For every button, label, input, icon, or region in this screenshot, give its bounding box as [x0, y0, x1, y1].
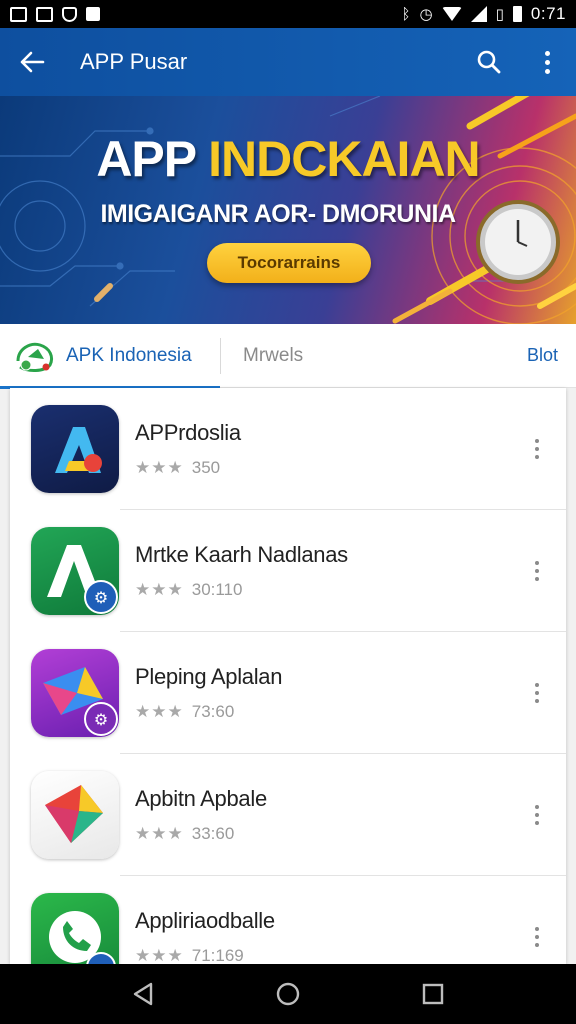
square-icon — [86, 7, 100, 21]
list-item-text: Pleping Aplalan ★★★ 73:60 — [135, 664, 282, 722]
apk-logo-icon — [16, 342, 54, 372]
status-left — [10, 6, 100, 22]
recents-nav-icon — [423, 983, 444, 1005]
page-title: APP Pusar — [80, 49, 188, 74]
green-phone-app-icon — [31, 893, 119, 964]
list-item-text: Apbitn Apbale ★★★ 33:60 — [135, 786, 267, 844]
review-count: 73:60 — [191, 702, 235, 721]
app-name: Mrtke Kaarh Nadlanas — [135, 542, 348, 567]
banner-title-yellow: INDCKAIAN — [208, 131, 481, 187]
notification-icon — [36, 6, 53, 22]
home-nav-icon — [276, 982, 300, 1006]
list-item-text: APPrdoslia ★★★ 350 — [135, 420, 241, 478]
more-vert-icon — [535, 561, 539, 581]
list-item[interactable]: Appliriaodballe ★★★ 71:169 — [10, 876, 566, 964]
status-bar: ᛒ ◷ ▯ 0:71 — [0, 0, 576, 28]
tab-apk-indonesia-label: APK Indonesia — [66, 344, 192, 366]
status-right: ᛒ ◷ ▯ 0:71 — [402, 4, 566, 24]
app-meta: ★★★ 71:169 — [135, 946, 275, 964]
bluetooth-icon: ᛒ — [401, 5, 411, 23]
banner-cta-button[interactable]: Tocorarrains — [207, 243, 371, 283]
review-count: 33:60 — [191, 824, 235, 843]
screen: ᛒ ◷ ▯ 0:71 APP Pusar APP INDCKAIAN IMIGA… — [0, 0, 576, 1024]
app-meta: ★★★ 350 — [135, 458, 241, 478]
color-gem-app-icon — [31, 771, 119, 859]
list-item[interactable]: ⚙ Pleping Aplalan ★★★ 73:60 — [10, 632, 566, 754]
search-icon — [477, 50, 501, 74]
more-vert-icon — [535, 683, 539, 703]
app-name: Appliriaodballe — [135, 908, 275, 933]
promo-banner[interactable]: APP INDCKAIAN IMIGAIGANR AOR- DMORUNIA T… — [0, 96, 576, 324]
app-bar: APP Pusar — [0, 28, 576, 96]
nav-recents-button[interactable] — [403, 964, 463, 1024]
shield-icon — [62, 6, 77, 22]
tab-more[interactable]: Blot — [506, 324, 576, 388]
system-nav-bar — [0, 964, 576, 1024]
banner-title-white: APP — [96, 131, 209, 187]
tab-bar: APK Indonesia Mrwels Blot — [0, 324, 576, 389]
review-count: 30:110 — [191, 580, 243, 599]
blue-a-app-icon — [31, 405, 119, 493]
vibrate-icon: ▯ — [495, 5, 504, 23]
arrow-left-icon — [20, 51, 45, 73]
status-time: 0:71 — [530, 4, 566, 23]
review-count: 350 — [191, 458, 221, 477]
more-vert-icon — [544, 50, 550, 74]
list-item[interactable]: Apbitn Apbale ★★★ 33:60 — [10, 754, 566, 876]
item-menu-button[interactable] — [522, 429, 552, 469]
rating-stars: ★★★ — [135, 946, 184, 964]
rating-stars: ★★★ — [135, 458, 184, 478]
svg-text:⚙: ⚙ — [94, 588, 108, 607]
overflow-menu-button[interactable] — [518, 28, 576, 96]
tab-apk-indonesia[interactable]: APK Indonesia — [0, 324, 220, 389]
back-nav-icon — [133, 982, 152, 1006]
battery-icon — [512, 6, 522, 22]
alarm-icon: ◷ — [419, 5, 433, 23]
nav-back-button[interactable] — [113, 964, 173, 1024]
search-button[interactable] — [460, 28, 518, 96]
review-count: 71:169 — [191, 946, 244, 964]
app-name: Apbitn Apbale — [135, 786, 267, 811]
rating-stars: ★★★ — [135, 580, 184, 600]
app-meta: ★★★ 73:60 — [135, 702, 282, 722]
app-meta: ★★★ 33:60 — [135, 824, 267, 844]
wifi-icon — [441, 7, 462, 21]
more-vert-icon — [535, 805, 539, 825]
image-icon — [10, 6, 27, 22]
rating-stars: ★★★ — [135, 824, 184, 844]
item-menu-button[interactable] — [522, 551, 552, 591]
more-vert-icon — [535, 439, 539, 459]
list-item[interactable]: ⚙ Mrtke Kaarh Nadlanas ★★★ 30:110 — [10, 510, 566, 632]
banner-subtitle: IMIGAIGANR AOR- DMORUNIA — [100, 200, 456, 228]
rating-stars: ★★★ — [135, 702, 184, 722]
item-menu-button[interactable] — [522, 917, 552, 957]
svg-text:⚙: ⚙ — [94, 710, 108, 729]
app-list: APPrdoslia ★★★ 350 ⚙ Mrtke Kaarh Nadlana… — [10, 388, 566, 964]
purple-kite-app-icon: ⚙ — [31, 649, 119, 737]
list-item-text: Appliriaodballe ★★★ 71:169 — [135, 908, 275, 964]
green-a-app-icon: ⚙ — [31, 527, 119, 615]
list-item[interactable]: APPrdoslia ★★★ 350 — [10, 388, 566, 510]
item-menu-button[interactable] — [522, 673, 552, 713]
item-menu-button[interactable] — [522, 795, 552, 835]
app-name: Pleping Aplalan — [135, 664, 283, 689]
app-name: APPrdoslia — [135, 420, 241, 445]
back-button[interactable] — [0, 28, 64, 96]
signal-icon — [470, 6, 487, 22]
more-vert-icon — [535, 927, 539, 947]
app-meta: ★★★ 30:110 — [135, 580, 348, 600]
tab-models[interactable]: Mrwels — [221, 324, 506, 388]
banner-title: APP INDCKAIAN — [0, 130, 576, 188]
list-item-text: Mrtke Kaarh Nadlanas ★★★ 30:110 — [135, 542, 348, 600]
nav-home-button[interactable] — [258, 964, 318, 1024]
